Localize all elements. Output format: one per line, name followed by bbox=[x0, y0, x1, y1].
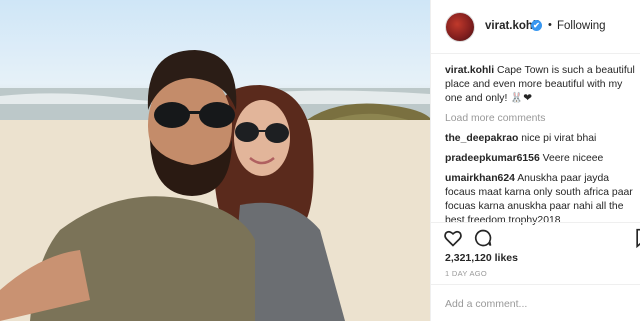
post-timestamp: 1 DAY AGO bbox=[445, 269, 488, 278]
comment-item: umairkhan624 Anuskha paar jayda focaus m… bbox=[445, 172, 637, 228]
add-comment-placeholder[interactable]: Add a comment... bbox=[445, 298, 527, 310]
caption: virat.kohli Cape Town is such a beautifu… bbox=[445, 64, 637, 106]
comment-item: pradeepkumar6156 Veere niceee bbox=[445, 152, 637, 166]
comment-text: nice pi virat bhai bbox=[521, 133, 597, 144]
post-side-panel: virat.kohli ✔ • Following virat.kohli Ca… bbox=[430, 0, 640, 321]
verified-badge-icon: ✔ bbox=[531, 20, 542, 31]
comment-username[interactable]: pradeepkumar6156 bbox=[445, 153, 540, 164]
heart-icon[interactable] bbox=[443, 228, 463, 248]
comments-section: virat.kohli Cape Town is such a beautifu… bbox=[445, 64, 637, 234]
post-photo[interactable] bbox=[0, 0, 430, 321]
add-comment-field[interactable]: Add a comment... bbox=[431, 284, 640, 321]
separator-dot: • bbox=[548, 19, 552, 31]
post-header: virat.kohli ✔ • Following bbox=[431, 0, 640, 54]
comment-text: Veere niceee bbox=[542, 153, 604, 164]
instagram-post: virat.kohli ✔ • Following virat.kohli Ca… bbox=[0, 0, 640, 321]
comment-username[interactable]: umairkhan624 bbox=[445, 173, 515, 184]
comment-username[interactable]: the_deepakrao bbox=[445, 133, 518, 144]
post-actions-bar bbox=[431, 222, 640, 250]
comment-icon[interactable] bbox=[473, 228, 493, 248]
caption-username[interactable]: virat.kohli bbox=[445, 65, 494, 76]
selfie-photo-illustration bbox=[0, 50, 430, 321]
likes-count[interactable]: 2,321,120 likes bbox=[445, 252, 518, 264]
load-more-comments-link[interactable]: Load more comments bbox=[445, 112, 637, 126]
bookmark-icon[interactable] bbox=[633, 228, 640, 248]
avatar[interactable] bbox=[445, 12, 475, 42]
following-button[interactable]: Following bbox=[557, 20, 606, 32]
comment-item: the_deepakrao nice pi virat bhai bbox=[445, 132, 637, 146]
